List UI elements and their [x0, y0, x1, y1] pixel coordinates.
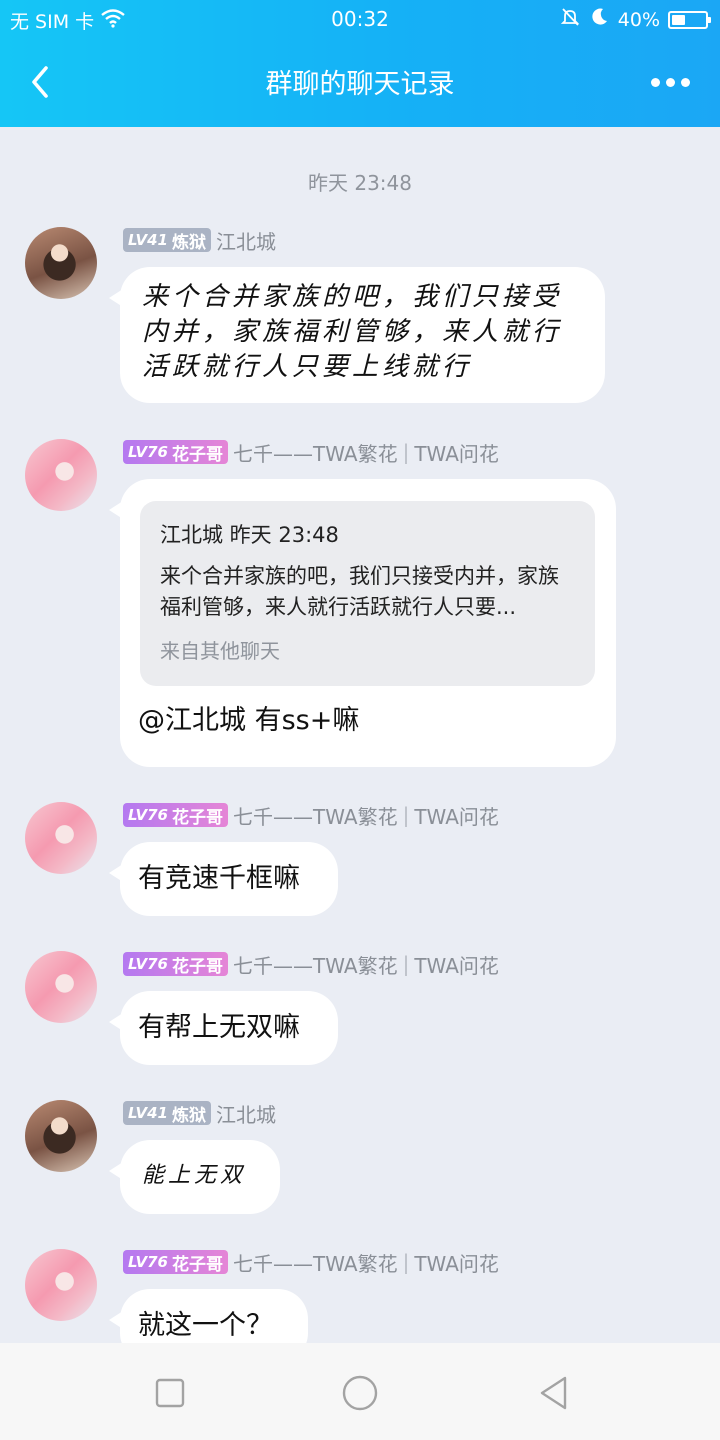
- message-text: 就这一个？: [138, 1310, 273, 1341]
- quote-body: 来个合并家族的吧，我们只接受内并，家族福利管够，来人就行活跃就行人只要...: [160, 564, 559, 619]
- level-label: LV76: [128, 1253, 168, 1271]
- message-bubble[interactable]: 有帮上无双嘛: [109, 991, 338, 1065]
- sender-extra: TWA问花: [414, 441, 499, 466]
- avatar[interactable]: [25, 802, 97, 874]
- more-dot: [665, 77, 675, 87]
- sender-row: LV76 花子哥 七千——TWA繁花 | TWA问花: [123, 950, 499, 979]
- badge-name: 花子哥: [171, 1254, 223, 1275]
- sender-row: LV41 炼狱 江北城: [123, 1099, 276, 1128]
- sender-name[interactable]: 江北城: [216, 1099, 276, 1128]
- battery-percent: 40%: [617, 8, 660, 31]
- sender-name[interactable]: 七千——TWA繁花: [233, 801, 398, 830]
- level-label: LV76: [128, 955, 168, 973]
- sender-name[interactable]: 七千——TWA繁花: [233, 1248, 398, 1277]
- message-bubble[interactable]: 就这一个？: [109, 1289, 308, 1343]
- level-badge: LV41 炼狱: [123, 228, 211, 253]
- message-text: 有帮上无双嘛: [138, 1012, 300, 1043]
- avatar[interactable]: [25, 439, 97, 511]
- sender-extra: TWA问花: [414, 804, 499, 829]
- quoted-message[interactable]: 江北城 昨天 23:48 来个合并家族的吧，我们只接受内并，家族福利管够，来人就…: [140, 501, 595, 686]
- more-button[interactable]: [642, 60, 698, 104]
- message-text: 能上无双: [142, 1163, 247, 1188]
- sender-row: LV76 花子哥 七千——TWA繁花 | TWA问花: [123, 1248, 499, 1277]
- triangle-back-icon: [540, 1376, 567, 1410]
- sender-row: LV41 炼狱 江北城: [123, 226, 276, 255]
- sender-extra: TWA问花: [414, 1251, 499, 1276]
- message-bubble[interactable]: 来个合并家族的吧，我们只接受内并，家族福利管够，来人就行活跃就行人只要上线就行: [109, 267, 605, 403]
- separator: |: [402, 952, 410, 976]
- message-bubble[interactable]: 有竞速千框嘛: [109, 842, 338, 916]
- more-dot: [680, 77, 690, 87]
- badge-name: 花子哥: [171, 956, 223, 977]
- quote-header: 江北城 昨天 23:48: [160, 523, 339, 547]
- battery-fill: [672, 14, 685, 25]
- level-badge: LV76 花子哥: [123, 952, 228, 977]
- avatar[interactable]: [25, 1249, 97, 1321]
- level-badge: LV76 花子哥: [123, 803, 228, 828]
- status-bar: 无 SIM 卡 00:32 40%: [0, 0, 720, 38]
- message-text: @江北城 有ss+嘛: [138, 705, 360, 736]
- badge-name: 炼狱: [171, 1105, 206, 1126]
- avatar[interactable]: [25, 227, 97, 299]
- sender-name[interactable]: 江北城: [216, 226, 276, 255]
- separator: |: [402, 1250, 410, 1274]
- more-dots-icon: [650, 77, 660, 87]
- separator: |: [402, 440, 410, 464]
- separator: |: [402, 803, 410, 827]
- level-label: LV76: [128, 443, 168, 461]
- quote-source: 来自其他聊天: [160, 639, 280, 663]
- recent-apps-button[interactable]: [150, 1373, 190, 1413]
- message-text: 有竞速千框嘛: [138, 863, 300, 894]
- avatar[interactable]: [25, 1100, 97, 1172]
- system-navigation-bar: [0, 1343, 720, 1440]
- battery-icon: [668, 10, 711, 29]
- sender-row: LV76 花子哥 七千——TWA繁花 | TWA问花: [123, 801, 499, 830]
- page-title: 群聊的聊天记录: [265, 69, 455, 100]
- level-badge: LV76 花子哥: [123, 1250, 228, 1275]
- square-recent-apps-icon: [155, 1378, 185, 1408]
- status-right: 40%: [560, 6, 711, 33]
- circle-home-icon: [342, 1375, 378, 1411]
- app-header: 无 SIM 卡 00:32 40% 群聊的聊天记录: [0, 0, 720, 127]
- level-badge: LV76 花子哥: [123, 440, 228, 465]
- home-button[interactable]: [340, 1373, 380, 1413]
- level-label: LV41: [128, 1104, 168, 1122]
- message-bubble[interactable]: 江北城 昨天 23:48 来个合并家族的吧，我们只接受内并，家族福利管够，来人就…: [109, 479, 616, 767]
- bell-muted-icon: [560, 7, 580, 32]
- sender-row: LV76 花子哥 七千——TWA繁花 | TWA问花: [123, 438, 499, 467]
- chat-history[interactable]: 昨天 23:48 LV41 炼狱 江北城 来个合并家族的吧，我们只接受内并，家族…: [0, 127, 720, 1343]
- avatar[interactable]: [25, 951, 97, 1023]
- badge-name: 花子哥: [171, 444, 223, 465]
- system-back-button[interactable]: [534, 1373, 574, 1413]
- moon-icon: [588, 6, 610, 33]
- badge-name: 花子哥: [171, 807, 223, 828]
- message-text: 来个合并家族的吧，我们只接受内并，家族福利管够，来人就行活跃就行人只要上线就行: [142, 282, 563, 382]
- sender-name[interactable]: 七千——TWA繁花: [233, 438, 398, 467]
- level-label: LV41: [128, 231, 168, 249]
- level-label: LV76: [128, 806, 168, 824]
- time-separator: 昨天 23:48: [308, 171, 412, 195]
- sender-name[interactable]: 七千——TWA繁花: [233, 950, 398, 979]
- sender-extra: TWA问花: [414, 953, 499, 978]
- level-badge: LV41 炼狱: [123, 1101, 211, 1126]
- nav-bar: 群聊的聊天记录: [0, 38, 720, 127]
- badge-name: 炼狱: [171, 232, 206, 253]
- message-bubble[interactable]: 能上无双: [109, 1140, 280, 1214]
